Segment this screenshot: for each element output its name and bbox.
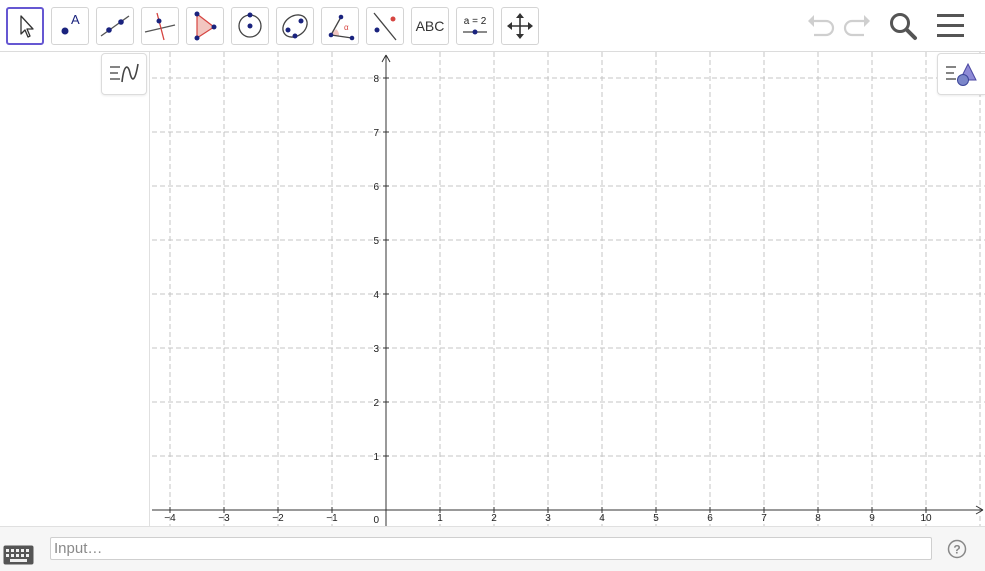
line-icon xyxy=(100,15,130,37)
point-icon: A xyxy=(61,12,80,35)
y-tick-label: 7 xyxy=(373,128,379,139)
tool-perpendicular[interactable] xyxy=(141,7,179,45)
x-tick-label: 5 xyxy=(653,513,659,524)
tool-slider[interactable]: a = 2 xyxy=(456,7,494,45)
x-tick-label: 6 xyxy=(707,513,713,524)
x-tick-label: 7 xyxy=(761,513,767,524)
reflect-line-icon xyxy=(373,12,397,41)
tool-point[interactable]: A xyxy=(51,7,89,45)
ellipse-icon xyxy=(282,14,308,39)
toolbar: A α ABC a = 2 xyxy=(0,0,985,52)
axes xyxy=(152,54,984,526)
x-tick-label: 3 xyxy=(545,513,551,524)
y-tick-label: 5 xyxy=(373,236,379,247)
tool-line[interactable] xyxy=(96,7,134,45)
y-tick-label: 3 xyxy=(373,344,379,355)
point-tool-label: A xyxy=(71,12,80,27)
x-tick-label: 10 xyxy=(920,513,932,524)
x-tick-label: 4 xyxy=(599,513,605,524)
tool-conic[interactable] xyxy=(276,7,314,45)
coordinate-plane[interactable]: −4 −3 −2 −1 1 2 3 4 5 6 7 8 9 10 1 2 3 4 5 6 7 8 0 xyxy=(152,52,985,526)
perpendicular-line-icon xyxy=(144,12,176,41)
x-tick-label: 8 xyxy=(815,513,821,524)
move-arrows-icon xyxy=(507,13,533,39)
tool-move-graphics[interactable] xyxy=(501,7,539,45)
style-bar-toggle-button[interactable] xyxy=(937,53,985,95)
tool-circle[interactable] xyxy=(231,7,269,45)
svg-text:?: ? xyxy=(953,543,960,557)
main-menu-button[interactable] xyxy=(934,9,968,43)
x-tick-label: −4 xyxy=(164,513,176,524)
origin-label: 0 xyxy=(373,515,379,526)
algebra-view[interactable] xyxy=(0,52,150,526)
x-tick-label: −1 xyxy=(326,513,338,524)
algebra-toggle-button[interactable] xyxy=(101,53,147,95)
polygon-icon xyxy=(194,11,217,41)
y-tick-label: 8 xyxy=(373,74,379,85)
undo-icon xyxy=(808,15,835,37)
x-tick-label: −3 xyxy=(218,513,230,524)
y-tick-label: 1 xyxy=(373,452,379,463)
tool-move[interactable] xyxy=(6,7,44,45)
graphics-view[interactable]: −4 −3 −2 −1 1 2 3 4 5 6 7 8 9 10 1 2 3 4 5 6 7 8 0 xyxy=(152,52,985,526)
text-tool-label: ABC xyxy=(415,18,445,34)
x-tick-label: 9 xyxy=(869,513,875,524)
x-tick-label: 2 xyxy=(491,513,497,524)
style-bar-icon xyxy=(946,62,977,86)
search-icon xyxy=(890,13,917,40)
y-tick-label: 4 xyxy=(373,290,379,301)
undo-button[interactable] xyxy=(804,9,838,43)
y-tick-label: 6 xyxy=(373,182,379,193)
tool-text[interactable]: ABC xyxy=(411,7,449,45)
y-tick-label: 2 xyxy=(373,398,379,409)
angle-tool-label: α xyxy=(344,23,349,32)
tool-reflect[interactable] xyxy=(366,7,404,45)
cursor-arrow-icon xyxy=(20,15,34,38)
algebra-toggle-icon xyxy=(110,63,139,83)
keyboard-icon[interactable] xyxy=(3,545,34,565)
slider-icon: a = 2 xyxy=(463,16,487,35)
x-tick-label: 1 xyxy=(437,513,443,524)
tool-polygon[interactable] xyxy=(186,7,224,45)
tool-angle[interactable]: α xyxy=(321,7,359,45)
redo-icon xyxy=(843,15,870,37)
redo-button[interactable] xyxy=(840,9,874,43)
algebra-input[interactable] xyxy=(50,537,932,560)
search-button[interactable] xyxy=(886,9,920,43)
menu-icon xyxy=(937,14,964,37)
input-bar: ? xyxy=(0,526,985,571)
x-tick-label: −2 xyxy=(272,513,284,524)
slider-tool-label: a = 2 xyxy=(464,16,487,27)
circle-icon xyxy=(238,12,262,38)
grid xyxy=(152,52,985,526)
angle-icon: α xyxy=(328,14,355,41)
help-icon[interactable]: ? xyxy=(947,539,967,559)
